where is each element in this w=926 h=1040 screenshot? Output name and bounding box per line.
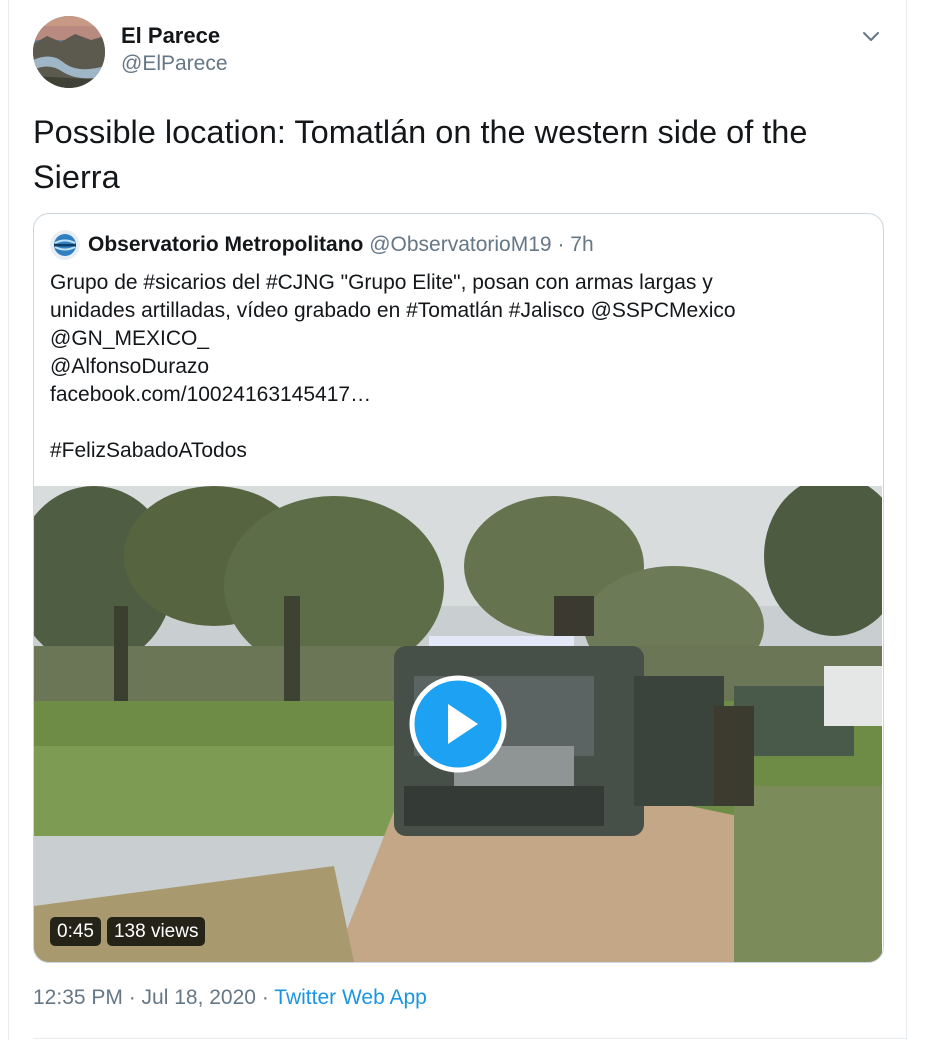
- quote-header: Observatorio Metropolitano @Observatorio…: [88, 231, 594, 259]
- author-name[interactable]: El Parece: [121, 23, 220, 49]
- quote-text: Grupo de #sicarios del #CJNG "Grupo Elit…: [50, 269, 870, 465]
- tweet-timestamp[interactable]: 12:35 PM · Jul 18, 2020: [33, 986, 256, 1009]
- quote-line: Grupo de #sicarios del #CJNG "Grupo Elit…: [50, 271, 713, 294]
- meta-separator: ·: [261, 986, 269, 1009]
- quote-separator: ·: [557, 233, 565, 256]
- quote-author-handle[interactable]: @ObservatorioM19: [369, 233, 551, 256]
- video-badges: 0:45 138 views: [50, 917, 206, 946]
- quote-author-avatar[interactable]: [50, 230, 80, 260]
- play-button[interactable]: [408, 674, 508, 774]
- quote-line: @GN_MEXICO_: [50, 327, 210, 350]
- quote-author-name[interactable]: Observatorio Metropolitano: [88, 233, 363, 256]
- author-handle[interactable]: @ElParece: [121, 52, 228, 76]
- quote-line: unidades artilladas, vídeo grabado en #T…: [50, 299, 736, 322]
- frame-right-border: [906, 0, 907, 1040]
- tweet: El Parece @ElParece Possible location: T…: [9, 0, 906, 1040]
- globe-avatar-icon: [50, 230, 80, 260]
- video-duration: 0:45: [50, 917, 101, 946]
- quote-line: @AlfonsoDurazo: [50, 355, 210, 378]
- quoted-tweet[interactable]: Observatorio Metropolitano @Observatorio…: [33, 213, 884, 963]
- quote-line: #FelizSabadoATodos: [50, 439, 247, 462]
- tweet-source-link[interactable]: Twitter Web App: [274, 986, 427, 1009]
- quote-time[interactable]: 7h: [570, 233, 593, 256]
- author-avatar[interactable]: [33, 16, 105, 88]
- tweet-meta: 12:35 PM · Jul 18, 2020 · Twitter Web Ap…: [33, 986, 427, 1010]
- quote-line: facebook.com/10024163145417…: [50, 383, 372, 406]
- video-views: 138 views: [106, 917, 206, 946]
- landscape-avatar-icon: [33, 16, 105, 88]
- play-icon: [409, 675, 507, 773]
- chevron-down-icon[interactable]: [857, 22, 885, 50]
- tweet-text: Possible location: Tomatlán on the weste…: [33, 114, 808, 195]
- video-player[interactable]: 0:45 138 views: [34, 486, 882, 962]
- quote-line: [50, 409, 870, 437]
- divider: [33, 1038, 906, 1039]
